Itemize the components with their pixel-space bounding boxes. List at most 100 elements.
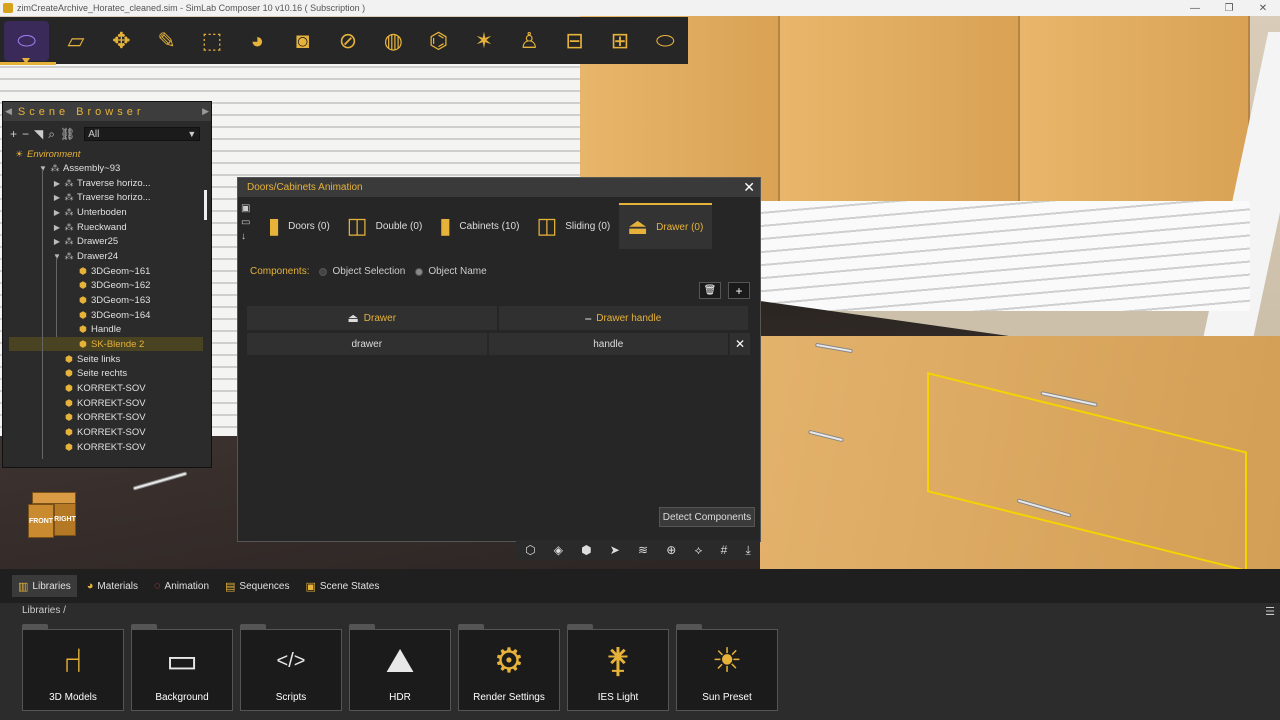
chevron-right-icon[interactable]: ▶ (51, 179, 63, 188)
tree-node[interactable]: ⬢ Seite rechts (51, 367, 127, 381)
tree-node[interactable]: ▶ ⁂ Unterboden (51, 206, 127, 220)
edit-icon[interactable]: ✎ (144, 21, 189, 61)
tab-libraries[interactable]: ▥ Libraries (12, 575, 77, 597)
tree-node[interactable]: ⬢ KORREKT-SOV (51, 440, 146, 454)
vr-headset-icon[interactable]: ⬭ (4, 20, 50, 61)
folder-icon[interactable]: ▱ (53, 21, 98, 61)
chevron-right-icon[interactable]: ▶ (51, 193, 63, 202)
chevron-down-icon[interactable] (22, 58, 30, 64)
box-icon[interactable]: ⬢ (581, 543, 591, 557)
view-cube-icon[interactable]: ⬡ (525, 543, 535, 557)
header-drawer[interactable]: ⏏ Drawer (247, 306, 499, 330)
tab-doors[interactable]: ▮ Doors (0) (260, 203, 339, 249)
vr-icon[interactable]: ⬭ (643, 21, 688, 61)
minimize-button[interactable]: — (1178, 3, 1212, 14)
radio-object-name[interactable]: Object Name (415, 266, 487, 277)
slash-icon[interactable]: ⊘ (325, 21, 370, 61)
library-scripts[interactable]: </> Scripts (240, 624, 342, 711)
zoom-icon[interactable]: ⊕ (666, 543, 676, 557)
snap-icon[interactable]: ⟡ (695, 543, 703, 558)
library-render-settings[interactable]: ⚙ Render Settings (458, 624, 560, 711)
nav-cube-right[interactable]: RIGHT (54, 502, 76, 536)
collapse-left-icon[interactable]: ◀ (5, 106, 12, 117)
tree-node[interactable]: ⬢ 3DGeom~162 (65, 279, 150, 293)
breadcrumb[interactable]: Libraries / (22, 605, 66, 616)
360-icon[interactable]: ⌬ (416, 21, 461, 61)
nav-cube-front[interactable]: FRONT (28, 504, 54, 538)
tab-sequences[interactable]: ▤ Sequences (219, 575, 295, 597)
tree-node[interactable]: ▶ ⁂ Traverse horizo... (51, 191, 151, 205)
library-background[interactable]: ▭ Background (131, 624, 233, 711)
tree-node[interactable]: ⬢ KORREKT-SOV (51, 411, 146, 425)
tree-node[interactable]: ☀ Environment (9, 147, 80, 161)
tab-sliding[interactable]: ◫ Sliding (0) (528, 203, 619, 249)
add-icon[interactable]: + (10, 127, 17, 141)
cursor-icon[interactable]: ➤ (610, 543, 620, 557)
save-icon[interactable]: ▣ (241, 203, 253, 214)
remove-row-icon[interactable]: ✕ (730, 333, 750, 355)
nav-cube-top[interactable] (32, 492, 76, 504)
library-3d-models[interactable]: ⑁ 3D Models (22, 624, 124, 711)
library-hdr[interactable]: ⛰ HDR (349, 624, 451, 711)
header-drawer-handle[interactable]: ⎯ Drawer handle (499, 306, 750, 330)
tree-node[interactable]: ▼⁂Drawer24 (51, 250, 118, 264)
table-row[interactable]: drawer handle ✕ (247, 333, 750, 355)
arrow-down-icon[interactable]: ↓ (241, 231, 253, 242)
tab-cabinets[interactable]: ▮ Cabinets (10) (431, 203, 528, 249)
search-icon[interactable]: ⌕ (48, 127, 55, 142)
scrollbar-thumb[interactable] (204, 190, 207, 220)
tree-node[interactable]: ▶ ⁂ Drawer25 (51, 235, 118, 249)
light-icon[interactable]: ♙ (507, 21, 552, 61)
tree-node[interactable]: ⬢ KORREKT-SOV (51, 396, 146, 410)
link-icon[interactable]: ⛓ (60, 127, 75, 141)
materials-icon[interactable]: ◕ (235, 21, 280, 61)
tab-double[interactable]: ◫ Double (0) (339, 203, 432, 249)
layers-icon[interactable]: ≋ (638, 543, 648, 557)
grid-icon[interactable]: ⊞ (597, 21, 642, 61)
tree-node[interactable]: ⬢ SK-Blende 2 (9, 337, 203, 352)
download-icon[interactable]: ⤓ (745, 543, 750, 558)
pick-icon[interactable]: ◥ (34, 127, 43, 141)
close-window-button[interactable]: ✕ (1246, 3, 1280, 14)
chevron-down-icon[interactable]: ▼ (37, 164, 49, 173)
magic-icon[interactable]: ✶ (461, 21, 506, 61)
restore-button[interactable]: ❐ (1212, 3, 1246, 14)
grid-icon[interactable]: # (721, 543, 728, 557)
tree-node[interactable]: ⬢ 3DGeom~163 (65, 294, 150, 308)
remove-icon[interactable]: − (22, 127, 29, 141)
chevron-down-icon[interactable]: ▼ (51, 252, 63, 261)
chevron-right-icon[interactable]: ▶ (51, 237, 63, 246)
radio-object-selection[interactable]: Object Selection (319, 266, 405, 277)
tree-node[interactable]: ▶ ⁂ Traverse horizo... (51, 176, 151, 190)
collapse-right-icon[interactable]: ▶ (202, 106, 209, 117)
selection-icon[interactable]: ⬚ (189, 21, 234, 61)
tab-scene-states[interactable]: ▣ Scene States (299, 575, 385, 597)
tab-drawer[interactable]: ⏏ Drawer (0) (619, 203, 713, 249)
tab-materials[interactable]: ◕ Materials (81, 575, 144, 597)
menu-icon[interactable]: ☰ (1265, 605, 1275, 618)
chevron-right-icon[interactable]: ▶ (51, 208, 63, 217)
detect-components-button[interactable]: Detect Components (659, 507, 755, 527)
tree-node[interactable]: ▼⁂Assembly~93 (37, 162, 120, 176)
globe-icon[interactable]: ◍ (371, 21, 416, 61)
library-ies-light[interactable]: ⚵ IES Light (567, 624, 669, 711)
library-sun-preset[interactable]: ☀ Sun Preset (676, 624, 778, 711)
chevron-right-icon[interactable]: ▶ (51, 223, 63, 232)
layout-icon[interactable]: ⊟ (552, 21, 597, 61)
shading-icon[interactable]: ◈ (554, 543, 563, 557)
scene-filter-select[interactable]: All ▼ (84, 127, 201, 141)
camera-icon[interactable]: ◙ (280, 21, 325, 61)
delete-button[interactable]: 🗑 (699, 282, 721, 299)
move-icon[interactable]: ✥ (99, 21, 144, 61)
tab-animation[interactable]: ◌ Animation (148, 575, 215, 597)
tree-node[interactable]: ⬢ Handle (65, 323, 121, 337)
tree-node[interactable]: ⬢ Seite links (51, 352, 120, 366)
tree-node[interactable]: ⬢ 3DGeom~161 (65, 264, 150, 278)
tree-node[interactable]: ⬢ KORREKT-SOV (51, 381, 146, 395)
add-button[interactable]: + (728, 282, 750, 299)
cell-handle[interactable]: handle (489, 333, 730, 355)
close-icon[interactable]: ✕ (743, 179, 755, 196)
tree-node[interactable]: ⬢ KORREKT-SOV (51, 425, 146, 439)
navigation-cube[interactable]: FRONT RIGHT (24, 490, 78, 540)
tree-node[interactable]: ⬢ 3DGeom~164 (65, 308, 150, 322)
